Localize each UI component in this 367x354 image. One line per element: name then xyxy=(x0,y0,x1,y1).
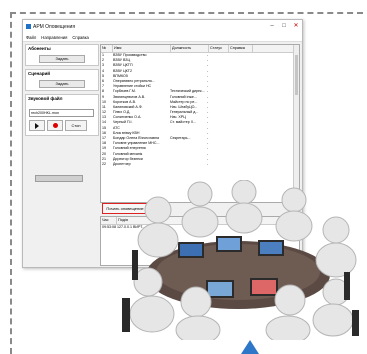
table-header: № Имя Должность Статус Справка xyxy=(101,45,299,53)
col-info[interactable]: Справка xyxy=(229,45,253,52)
menu-file[interactable]: Файл xyxy=(26,35,36,40)
meeting-illustration xyxy=(122,180,359,340)
table-scrollbar[interactable] xyxy=(293,45,299,202)
player-controls: Стоп xyxy=(29,120,87,131)
soundfile-title: Звуковой файл xyxy=(28,96,63,101)
arrow-up-icon xyxy=(241,340,259,354)
scenario-group: Сценарий Задать xyxy=(25,69,99,91)
scenario-title: Сценарий xyxy=(28,71,51,76)
app-icon xyxy=(26,24,31,29)
log-col-time: Час xyxy=(101,217,117,224)
table-body: 1 ВЗВУ Производство -2 ВЗВУ ВЗЦ -3 ВЗВУ ЦКТП -… xyxy=(101,53,299,167)
play-button[interactable] xyxy=(29,120,45,131)
cell-extra xyxy=(248,162,299,167)
minimize-button[interactable]: – xyxy=(266,20,278,33)
subscribers-title: Абоненты xyxy=(28,46,51,51)
scroll-thumb[interactable] xyxy=(295,55,298,95)
col-name[interactable]: Имя xyxy=(113,45,171,52)
soundfile-group: Звуковой файл rech200HKL.mon Стоп xyxy=(25,94,99,136)
play-icon xyxy=(35,122,39,129)
table-row[interactable]: 22 Диспетчер - xyxy=(101,162,299,167)
dashed-frame-top xyxy=(10,12,363,14)
col-number[interactable]: № xyxy=(101,45,113,52)
subscribers-set-button[interactable]: Задать xyxy=(39,55,85,63)
maximize-button[interactable]: □ xyxy=(278,20,290,33)
stop-button[interactable]: Стоп xyxy=(65,120,87,131)
col-status[interactable]: Статус xyxy=(209,45,229,52)
progress-bar xyxy=(35,175,83,182)
cell-number: 22 xyxy=(102,161,106,166)
record-button[interactable] xyxy=(47,120,63,131)
log-time: 09:53:08 xyxy=(102,225,116,229)
cell-name: Диспетчер xyxy=(113,161,131,166)
menu-help[interactable]: Справка xyxy=(72,35,88,40)
left-panel: Абоненты Задать Сценарий Задать Звуковой… xyxy=(25,44,99,204)
menu-bar: Файл Направления Справка xyxy=(23,33,302,42)
cell-position xyxy=(169,162,206,167)
close-button[interactable]: ✕ xyxy=(290,20,302,33)
dashed-frame-left xyxy=(10,12,12,354)
window-title: АРМ Оповещения xyxy=(33,23,76,30)
menu-directions[interactable]: Направления xyxy=(41,35,67,40)
subscribers-group: Абоненты Задать xyxy=(25,44,99,66)
cell-status: - xyxy=(207,161,209,166)
title-bar: АРМ Оповещения – □ ✕ xyxy=(23,20,302,33)
record-icon xyxy=(52,123,58,128)
cell-info xyxy=(225,162,248,167)
scenario-set-button[interactable]: Задать xyxy=(39,80,85,88)
col-position[interactable]: Должность xyxy=(171,45,209,52)
soundfile-path-input[interactable]: rech200HKL.mon xyxy=(29,109,94,117)
